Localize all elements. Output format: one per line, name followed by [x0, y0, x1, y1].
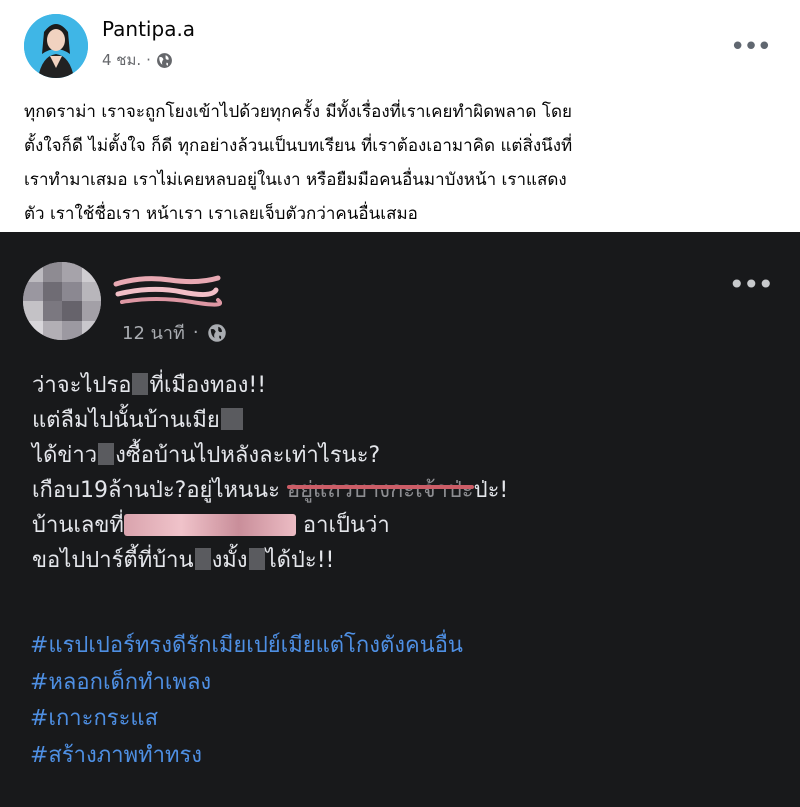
post-text: ทุกดราม่า เราจะถูกโยงเข้าไปด้วยทุกครั้ง … [24, 95, 769, 231]
post-text-line: เราทำมาเสมอ เราไม่เคยหลบอยู่ในเงา หรือยื… [24, 170, 567, 190]
strikethrough-text: อยู่แถวบางกะเจ้าป่ะ [286, 478, 474, 503]
struck-out-text: อยู่แถวบางกะเจ้าป่ะ [286, 473, 474, 508]
censor-block [194, 548, 211, 570]
post-text-line: ตั้งใจก็ดี ไม่ตั้งใจ ก็ดี ทุกอย่างล้วนเป… [24, 136, 573, 156]
text-segment: ว่าจะไปรอ [32, 373, 132, 398]
shared-text-line-4: เกือบ19ล้านป่ะ?อยู่ไหนนะ อยู่แถวบางกะเจ้… [32, 473, 772, 508]
original-post: Pantipa.a 4 ชม. · ••• ทุกดราม่า เราจะถูก… [0, 0, 800, 232]
meta-separator: · [146, 51, 151, 69]
shared-text-line-3: ได้ข่าว งซื้อบ้านไปหลังละเท่าไรนะ? [32, 438, 772, 473]
censor-block [248, 548, 265, 570]
shared-post-time[interactable]: 12 นาที [122, 318, 185, 347]
text-segment: อาเป็นว่า [302, 513, 390, 538]
hashtag-link[interactable]: #เกาะกระแส [30, 701, 463, 738]
more-horizontal-icon: ••• [728, 268, 774, 301]
shared-post-text: ว่าจะไปรอ ที่เมืองทอง!! แต่ลืมไปนั้นบ้านเ… [32, 368, 772, 578]
text-segment: งมั้ง [211, 548, 248, 573]
hashtag-link[interactable]: #สร้างภาพทำทรง [30, 738, 463, 775]
post-time[interactable]: 4 ชม. [102, 48, 141, 72]
hashtag-link[interactable]: #หลอกเด็กทำเพลง [30, 665, 463, 702]
embedded-screenshot-post: 12 นาที · ••• ว่าจะไปรอ ที่เมืองทอง!! แต่… [0, 232, 800, 807]
redacted-name-scribble [113, 275, 222, 307]
post-text-line: ทุกดราม่า เราจะถูกโยงเข้าไปด้วยทุกครั้ง … [24, 102, 573, 122]
blurred-avatar [23, 262, 101, 340]
pixelation-mask [23, 262, 101, 340]
text-segment: เกือบ19ล้านป่ะ?อยู่ไหนนะ [32, 478, 280, 503]
strike-scribble [286, 485, 474, 489]
text-segment: งซื้อบ้านไปหลังละเท่าไรนะ? [115, 443, 381, 468]
shared-post-meta: 12 นาที · [122, 318, 227, 347]
text-segment: ป่ะ! [473, 478, 509, 503]
shared-text-line-6: ขอไปปาร์ตี้ที่บ้าน งมั้ง ได้ป่ะ!! [32, 543, 772, 578]
author-avatar[interactable] [24, 14, 88, 78]
text-segment: ขอไปปาร์ตี้ที่บ้าน [32, 548, 194, 573]
shared-text-line-1: ว่าจะไปรอ ที่เมืองทอง!! [32, 368, 772, 403]
hashtag-link[interactable]: #แรปเปอร์ทรงดีรักเมียเปย์เมียแต่โกงตังคน… [30, 628, 463, 665]
hashtag-list: #แรปเปอร์ทรงดีรักเมียเปย์เมียแต่โกงตังคน… [30, 628, 463, 774]
author-name[interactable]: Pantipa.a [102, 17, 195, 41]
text-segment: บ้านเลขที่ [32, 513, 124, 538]
globe-icon[interactable] [207, 323, 227, 343]
more-horizontal-icon: ••• [729, 32, 772, 62]
post-meta: 4 ชม. · [102, 48, 173, 72]
redacted-address-bar [123, 514, 296, 536]
more-options-button[interactable]: ••• [728, 268, 774, 301]
text-segment: แต่ลืมไปนั้นบ้านเมีย [32, 408, 220, 433]
shared-text-line-5: บ้านเลขที่ อาเป็นว่า [32, 508, 772, 543]
censor-block [98, 443, 115, 465]
globe-icon[interactable] [156, 52, 173, 69]
more-options-button[interactable]: ••• [729, 32, 772, 62]
meta-separator: · [192, 322, 199, 343]
profile-photo-icon [24, 14, 88, 78]
censor-block [132, 373, 149, 395]
post-text-line: ตัว เราใช้ชื่อเรา หน้าเรา เราเลยเจ็บตัวก… [24, 204, 418, 224]
text-segment: ได้ป่ะ!! [265, 548, 335, 573]
text-segment: ที่เมืองทอง!! [149, 373, 267, 398]
text-segment: ได้ข่าว [32, 443, 98, 468]
shared-text-line-2: แต่ลืมไปนั้นบ้านเมีย [32, 403, 772, 438]
censor-block [220, 408, 243, 430]
